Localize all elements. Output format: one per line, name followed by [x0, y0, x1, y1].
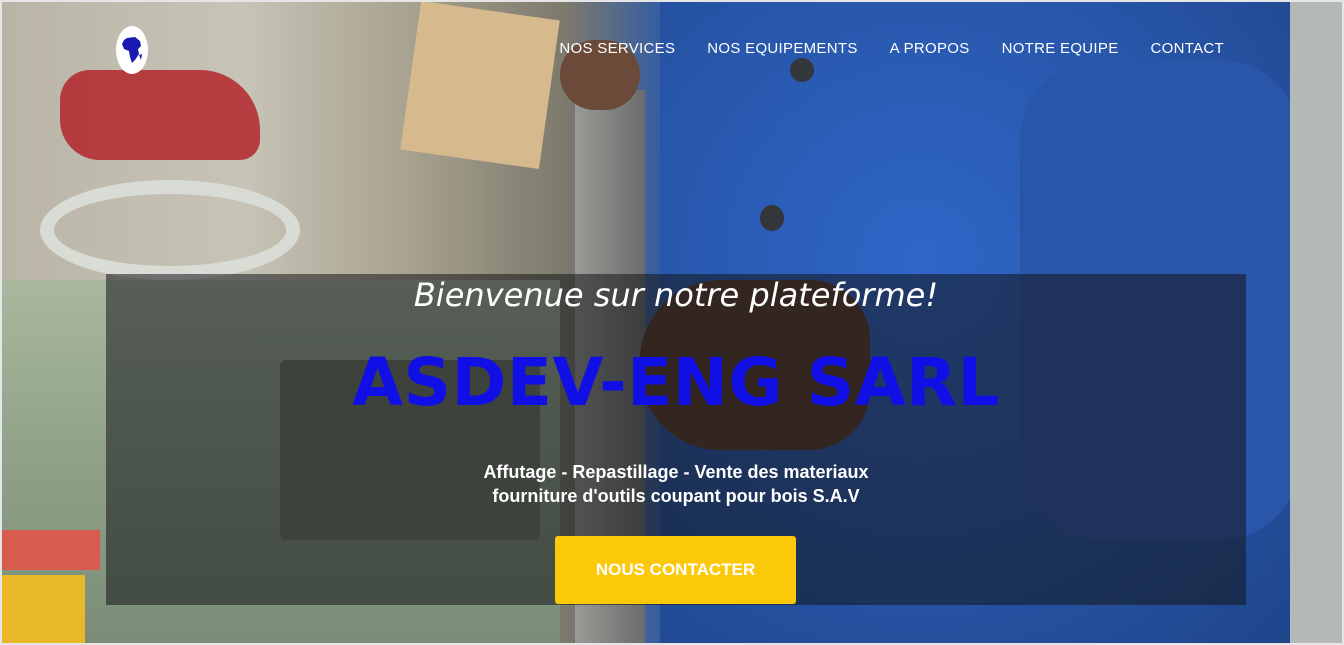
- africa-map-logo-icon[interactable]: [116, 26, 148, 74]
- nav-link-a-propos[interactable]: A PROPOS: [890, 40, 970, 57]
- nav-link-notre-equipe[interactable]: NOTRE EQUIPE: [1002, 40, 1119, 57]
- hero-tagline: Affutage - Repastillage - Vente des mate…: [106, 460, 1246, 508]
- hero-tagline-line1: Affutage - Repastillage - Vente des mate…: [483, 462, 869, 482]
- nav-link-nos-services[interactable]: NOS SERVICES: [559, 40, 675, 57]
- hero-welcome-text: Bienvenue sur notre plateforme!: [413, 276, 939, 314]
- hero-brand-title: ASDEV-ENG SARL: [351, 344, 1001, 421]
- hero-tagline-line2: fourniture d'outils coupant pour bois S.…: [492, 486, 860, 506]
- top-navbar: NOS SERVICES NOS EQUIPEMENTS A PROPOS NO…: [0, 0, 1344, 100]
- hero-overlay: Bienvenue sur notre plateforme! ASDEV-EN…: [106, 274, 1246, 605]
- nav-link-nos-equipements[interactable]: NOS EQUIPEMENTS: [707, 40, 857, 57]
- nav-link-contact[interactable]: CONTACT: [1151, 40, 1224, 57]
- page: NOS SERVICES NOS EQUIPEMENTS A PROPOS NO…: [0, 0, 1344, 645]
- contact-us-button[interactable]: NOUS CONTACTER: [555, 536, 796, 604]
- nav-links: NOS SERVICES NOS EQUIPEMENTS A PROPOS NO…: [559, 40, 1224, 57]
